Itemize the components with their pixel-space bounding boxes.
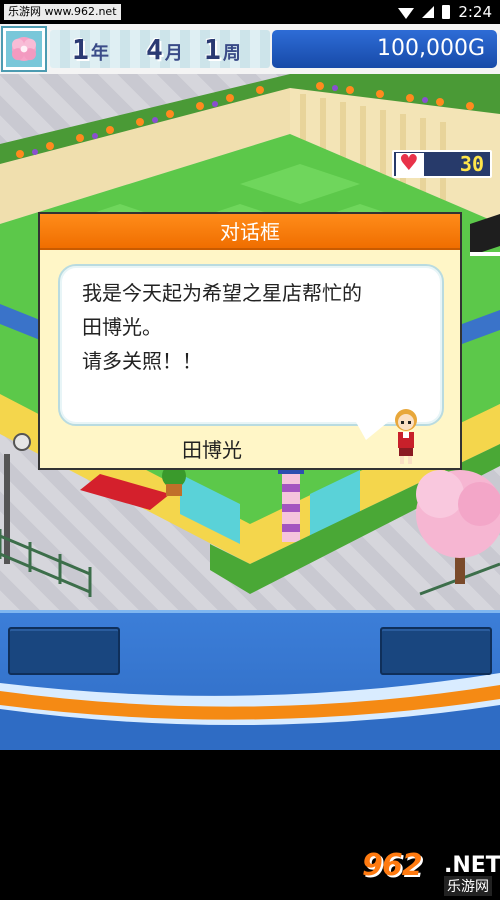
heart-icon: ♥ bbox=[396, 152, 424, 177]
money-display: 100,000G bbox=[272, 30, 497, 68]
week-value: 1 bbox=[204, 33, 221, 66]
year-unit: 年 bbox=[90, 43, 109, 64]
month-value: 4 bbox=[146, 33, 163, 66]
character-sprite bbox=[395, 409, 417, 464]
status-bar: 乐游网 www.962.net 2:24 bbox=[0, 0, 500, 24]
week-unit: 周 bbox=[222, 43, 241, 64]
wifi-icon bbox=[398, 8, 415, 19]
date-display: 1 年 4 月 1 周 bbox=[50, 30, 270, 68]
speech-bubble: 我是今天起为希望之星店帮忙的 田博光。 请多关照！！ bbox=[58, 264, 444, 426]
game-hud: 1 年 4 月 1 周 100,000G bbox=[0, 24, 500, 74]
bottom-panel bbox=[0, 610, 500, 750]
hearts-counter: ♥ 30 bbox=[392, 150, 492, 178]
cherry-blossom-icon[interactable] bbox=[3, 28, 45, 70]
status-time: 2:24 bbox=[458, 3, 492, 21]
signal-icon bbox=[422, 6, 435, 18]
dialog-message: 我是今天起为希望之星店帮忙的 田博光。 请多关照！！ bbox=[82, 281, 362, 373]
month-unit: 月 bbox=[164, 43, 183, 64]
year-value: 1 bbox=[72, 33, 89, 66]
watermark-suffix: .NET bbox=[444, 853, 500, 878]
right-menu-button[interactable] bbox=[380, 627, 492, 675]
hearts-value: 30 bbox=[459, 152, 484, 176]
dialog-box[interactable]: 对话框 我是今天起为希望之星店帮忙的 田博光。 请多关照！！ 田博光 bbox=[38, 212, 462, 470]
site-watermark: 962 .NET 乐游网 bbox=[362, 848, 500, 896]
status-watermark: 乐游网 www.962.net bbox=[4, 4, 121, 20]
battery-icon bbox=[442, 5, 451, 19]
watermark-main: 962 bbox=[362, 848, 423, 883]
dialog-title: 对话框 bbox=[40, 214, 460, 250]
left-menu-button[interactable] bbox=[8, 627, 120, 675]
watermark-sub: 乐游网 bbox=[444, 876, 492, 896]
speaker-name: 田博光 bbox=[182, 438, 242, 462]
